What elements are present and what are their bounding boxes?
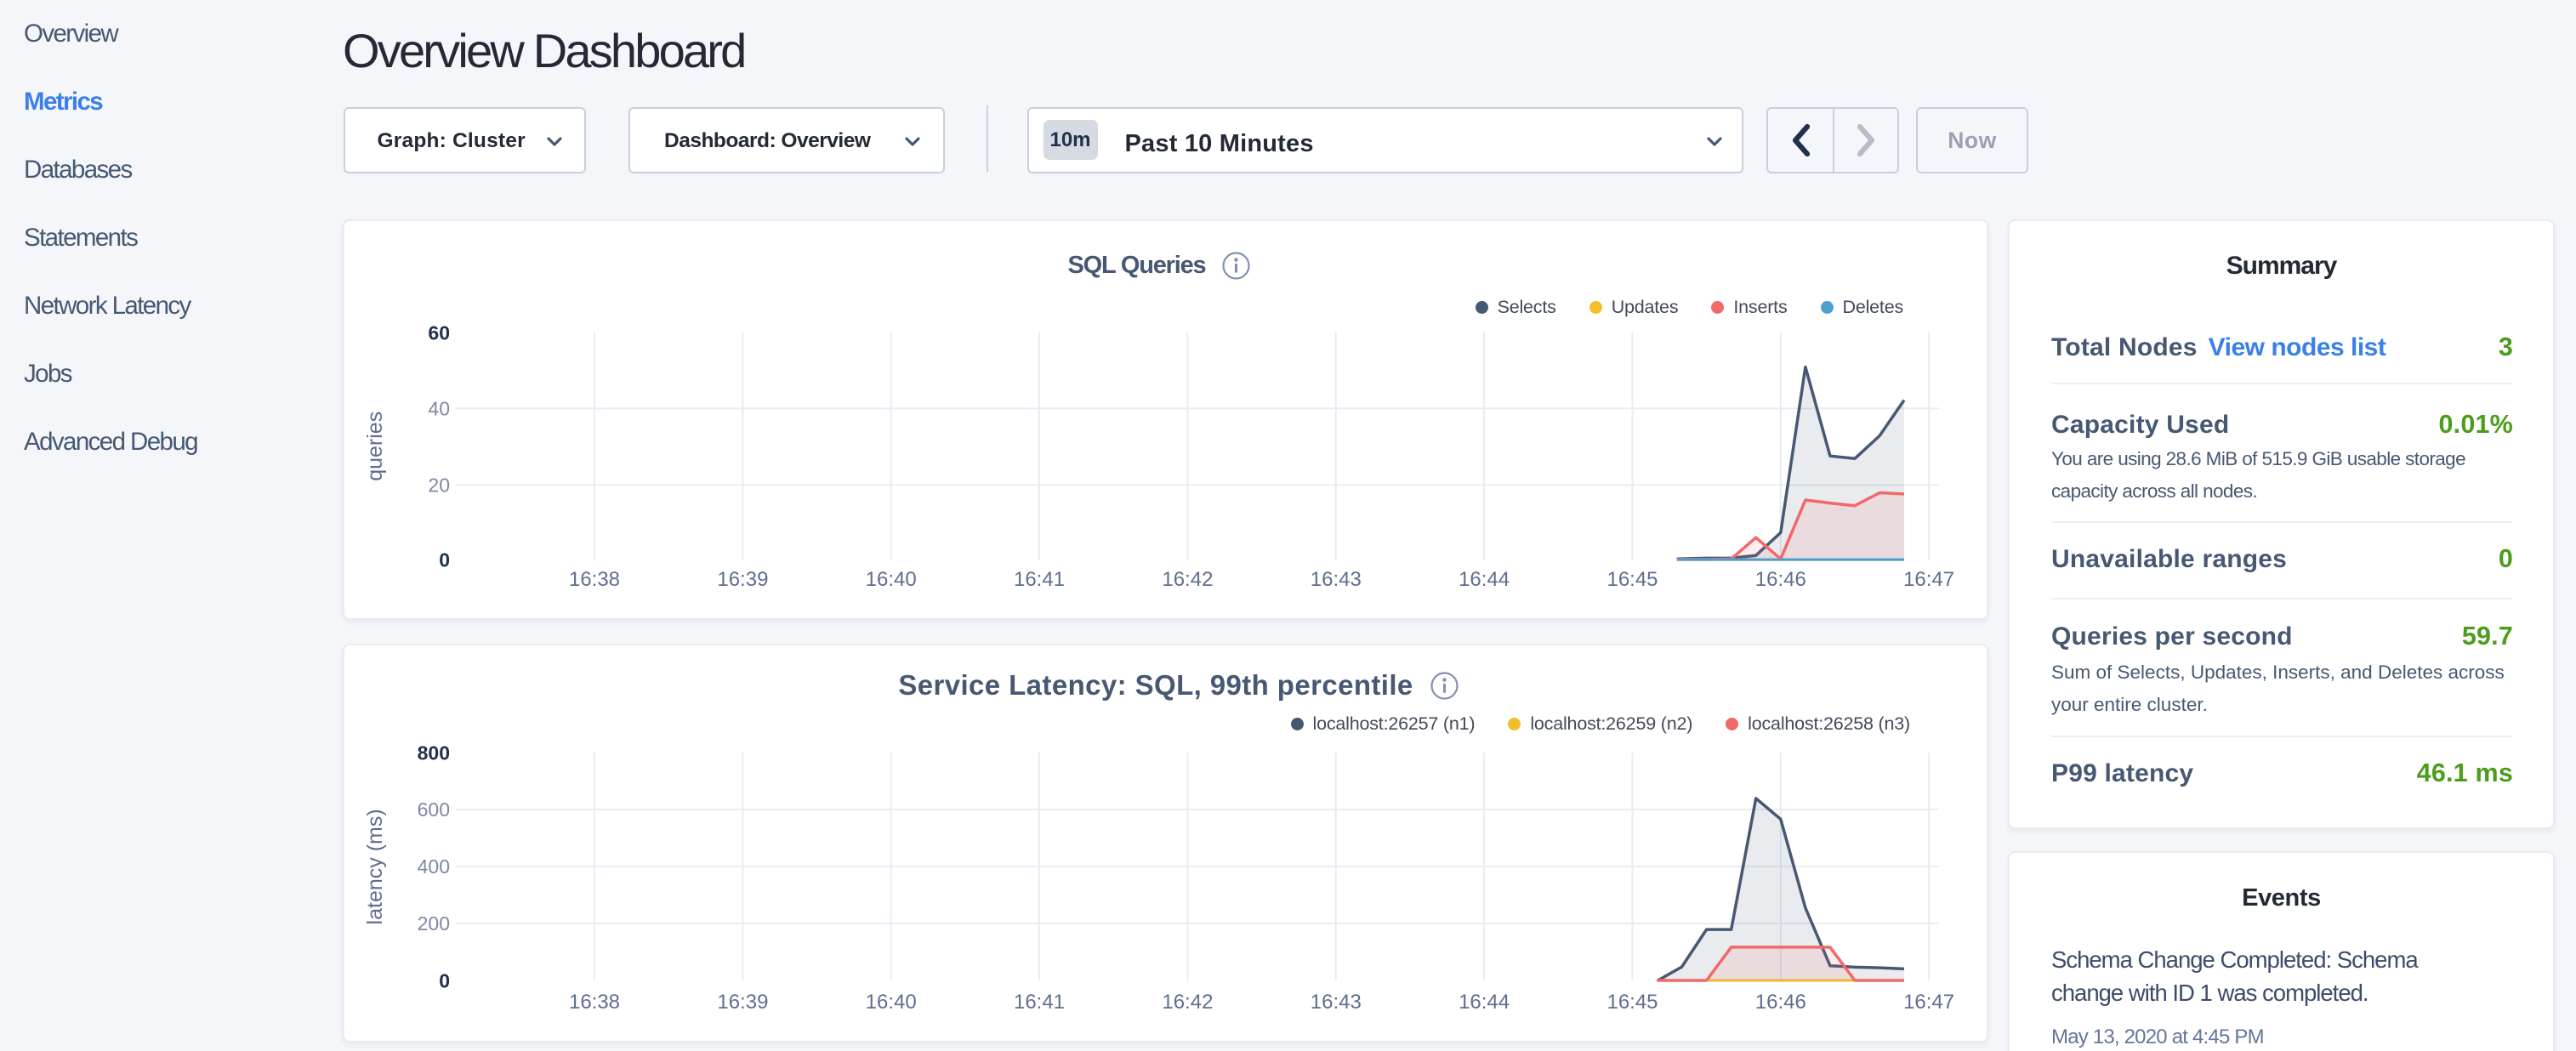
- svg-text:16:42: 16:42: [1162, 991, 1213, 1014]
- svg-text:16:45: 16:45: [1606, 568, 1658, 591]
- svg-text:queries: queries: [363, 412, 387, 481]
- svg-text:16:47: 16:47: [1903, 991, 1954, 1014]
- svg-text:16:43: 16:43: [1311, 568, 1362, 591]
- svg-text:0: 0: [439, 549, 450, 571]
- svg-text:16:47: 16:47: [1903, 568, 1954, 591]
- svg-text:0: 0: [439, 970, 450, 992]
- svg-text:16:44: 16:44: [1459, 991, 1510, 1014]
- svg-text:16:44: 16:44: [1459, 568, 1510, 591]
- svg-text:40: 40: [428, 397, 450, 419]
- svg-text:600: 600: [418, 798, 450, 821]
- svg-text:20: 20: [428, 474, 450, 497]
- svg-text:16:40: 16:40: [866, 568, 917, 591]
- svg-text:16:38: 16:38: [569, 991, 620, 1014]
- svg-text:16:45: 16:45: [1606, 991, 1658, 1014]
- svg-text:16:39: 16:39: [717, 991, 768, 1014]
- svg-text:800: 800: [418, 741, 450, 764]
- svg-text:16:38: 16:38: [569, 568, 620, 591]
- svg-text:16:41: 16:41: [1014, 991, 1065, 1014]
- svg-text:16:39: 16:39: [717, 568, 768, 591]
- svg-text:16:40: 16:40: [866, 991, 917, 1014]
- svg-text:16:43: 16:43: [1311, 991, 1362, 1014]
- svg-text:latency (ms): latency (ms): [363, 809, 387, 924]
- svg-text:60: 60: [428, 322, 450, 344]
- svg-text:16:46: 16:46: [1755, 568, 1806, 591]
- svg-text:400: 400: [418, 855, 450, 878]
- svg-text:16:46: 16:46: [1755, 991, 1806, 1014]
- svg-text:16:41: 16:41: [1014, 568, 1065, 591]
- svg-text:16:42: 16:42: [1162, 568, 1213, 591]
- svg-text:200: 200: [418, 912, 450, 935]
